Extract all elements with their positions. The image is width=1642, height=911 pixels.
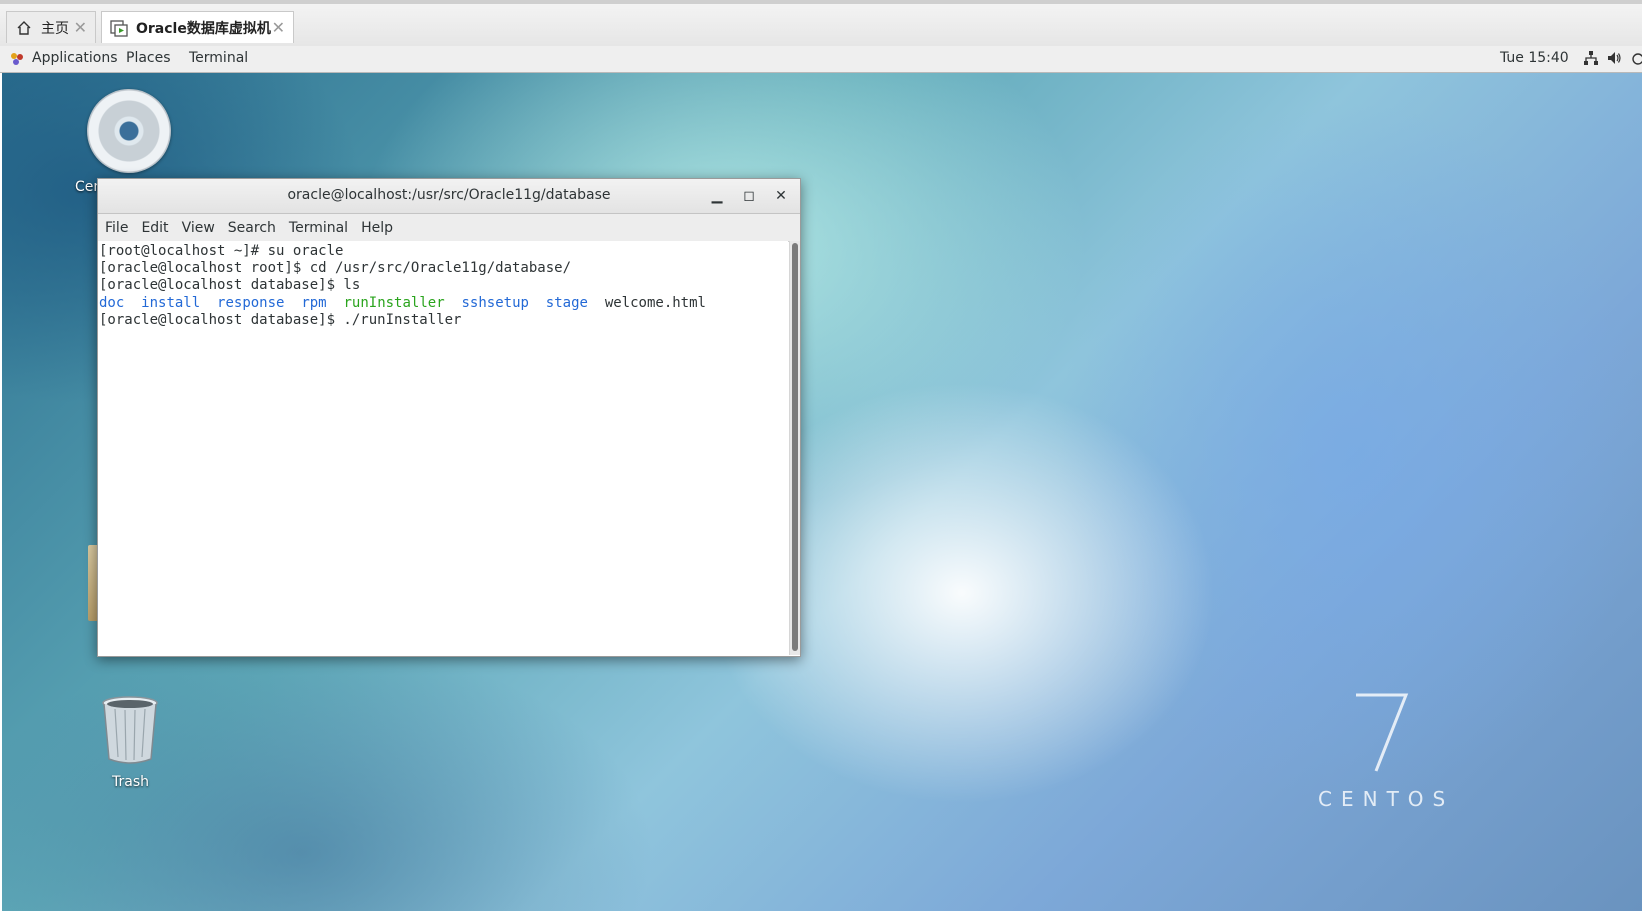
home-icon [15, 19, 33, 37]
host-tab-oracle-vm[interactable]: Oracle数据库虚拟机 ✕ [101, 11, 294, 43]
centos-seven-logo [1356, 693, 1409, 772]
ls-entry-rpm: rpm [301, 294, 327, 311]
terminal-scrollbar[interactable] [789, 241, 800, 655]
terminal-menubar: File Edit View Search Terminal Help [98, 214, 800, 242]
close-icon[interactable]: ✕ [272, 18, 285, 37]
terminal-line: [oracle@localhost database]$ ls [99, 277, 361, 294]
places-menu[interactable]: Places [126, 50, 171, 66]
menu-view[interactable]: View [182, 220, 215, 236]
host-tab-oracle-vm-label: Oracle数据库虚拟机 [136, 20, 271, 37]
terminal-line: [oracle@localhost root]$ cd /usr/src/Ora… [99, 260, 572, 277]
power-icon[interactable] [1630, 50, 1642, 70]
clock[interactable]: Tue 15:40 [1500, 50, 1569, 66]
centos-logo-text: CENTOS [1318, 787, 1455, 811]
terminal-line: [root@localhost ~]# su oracle [99, 243, 344, 259]
host-tab-home-label: 主页 [41, 20, 69, 37]
ls-entry-response: response [217, 294, 285, 311]
applications-menu[interactable]: Applications [32, 50, 118, 66]
terminal-line: [oracle@localhost database]$ ./runInstal… [99, 311, 462, 328]
ls-entry-sshsetup: sshsetup [461, 294, 529, 311]
trash-label: Trash [112, 774, 149, 790]
trash-icon[interactable] [101, 695, 159, 765]
ls-entry-runinstaller: runInstaller [343, 294, 445, 311]
scrollbar-thumb[interactable] [792, 243, 798, 651]
terminal-window[interactable]: oracle@localhost:/usr/src/Oracle11g/data… [97, 178, 801, 657]
terminal-output[interactable]: [root@localhost ~]# su oracle [oracle@loc… [98, 241, 788, 655]
close-icon[interactable]: ✕ [74, 18, 87, 37]
cdrom-disc-icon[interactable] [87, 89, 171, 173]
applications-icon [9, 51, 25, 71]
vm-icon [110, 19, 128, 37]
close-button[interactable]: ✕ [770, 185, 792, 207]
network-icon[interactable] [1583, 50, 1599, 70]
host-tab-bar: 主页 ✕ Oracle数据库虚拟机 ✕ [0, 0, 1642, 46]
ls-entry-welcome: welcome.html [604, 294, 706, 311]
ls-entry-install: install [141, 294, 201, 311]
gnome-top-bar: Applications Places Terminal Tue 15:40 [0, 46, 1642, 73]
host-tab-home[interactable]: 主页 ✕ [6, 11, 96, 43]
menu-file[interactable]: File [105, 220, 128, 236]
terminal-title: oracle@localhost:/usr/src/Oracle11g/data… [287, 187, 611, 203]
ls-output-line: doc install response rpm runInstaller ss… [99, 295, 788, 312]
terminal-app-menu[interactable]: Terminal [189, 50, 248, 66]
ls-entry-doc: doc [99, 294, 125, 311]
maximize-button[interactable]: ◻ [738, 185, 760, 207]
menu-help[interactable]: Help [361, 220, 393, 236]
terminal-titlebar[interactable]: oracle@localhost:/usr/src/Oracle11g/data… [98, 179, 800, 214]
ls-entry-stage: stage [545, 294, 588, 311]
menu-search[interactable]: Search [228, 220, 276, 236]
minimize-button[interactable]: ▁ [706, 185, 728, 207]
menu-terminal[interactable]: Terminal [289, 220, 348, 236]
menu-edit[interactable]: Edit [141, 220, 168, 236]
volume-icon[interactable] [1606, 50, 1622, 70]
